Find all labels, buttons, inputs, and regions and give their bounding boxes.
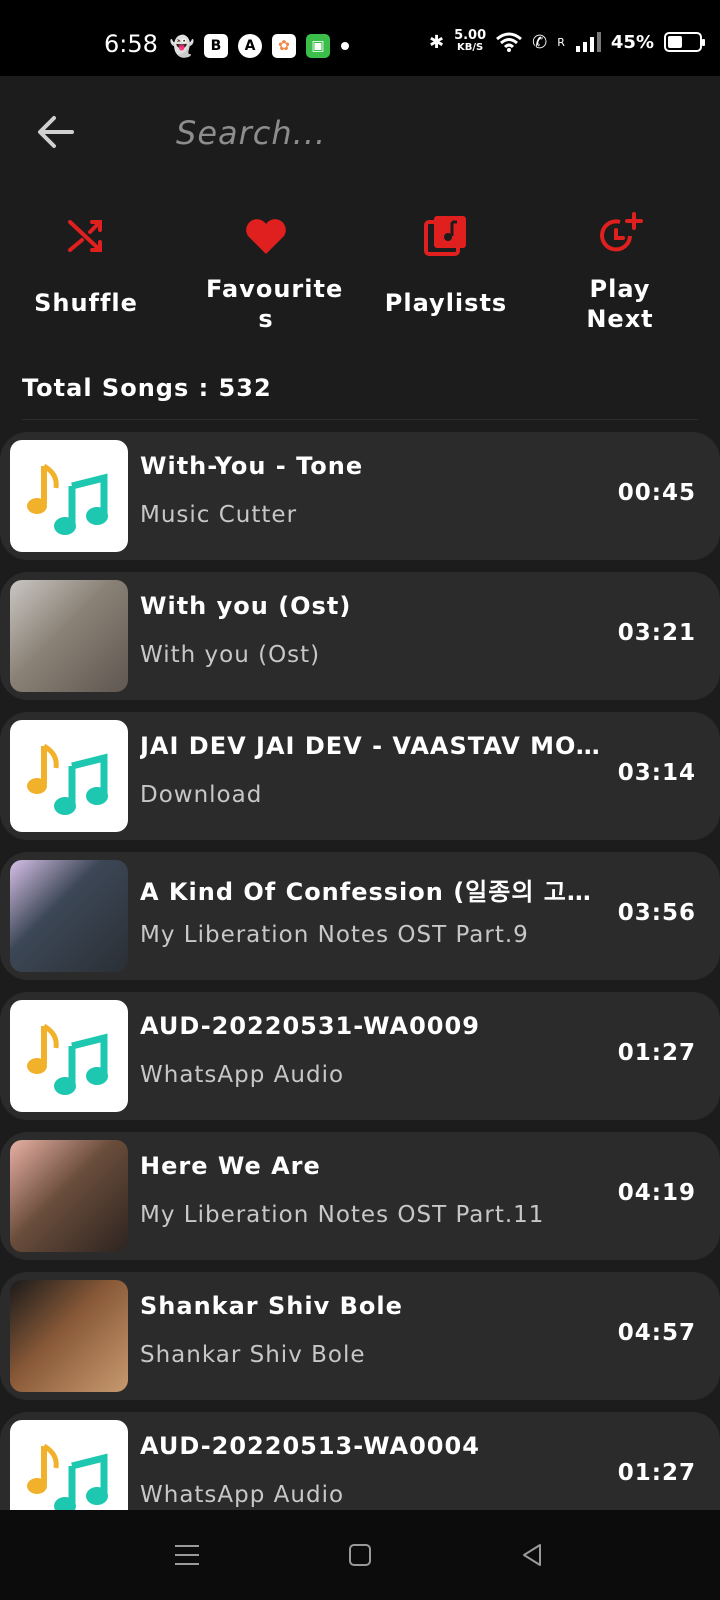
song-row[interactable]: With you (Ost) With you (Ost) 03:21: [0, 572, 720, 700]
navigation-bar: [0, 1510, 720, 1600]
shuffle-icon: [68, 220, 102, 252]
snapchat-icon: 👻: [169, 34, 195, 58]
status-time: 6:58: [104, 30, 158, 58]
music-app: Search... Shuffle Favourite s Playlists: [0, 76, 720, 1510]
album-art: [10, 1280, 128, 1392]
a-app-icon: A: [238, 34, 262, 58]
back-nav-icon[interactable]: [518, 1540, 548, 1570]
song-artist: Shankar Shiv Bole: [140, 1342, 366, 1368]
music-note-icon: [10, 440, 128, 552]
song-title: AUD-20220531-WA0009: [140, 1012, 480, 1040]
song-artist: WhatsApp Audio: [140, 1482, 345, 1508]
favourites-label: Favourite s: [206, 275, 344, 333]
playlists-button[interactable]: Playlists: [366, 206, 526, 318]
network-label: R: [557, 35, 565, 49]
song-artist: WhatsApp Audio: [140, 1062, 345, 1088]
song-row[interactable]: With-You - Tone Music Cutter 00:45: [0, 432, 720, 560]
song-duration: 04:19: [617, 1180, 696, 1206]
song-duration: 01:27: [617, 1460, 696, 1486]
status-right: ✱ 5.00 KB/S ✆ R 45%: [428, 28, 705, 54]
song-title: With-You - Tone: [140, 452, 364, 480]
speed-value: 5.00: [454, 28, 487, 43]
quick-actions: Shuffle Favourite s Playlists Play Next: [0, 206, 720, 336]
album-art: [10, 580, 128, 692]
battery-icon: [664, 32, 705, 52]
song-title: JAI DEV JAI DEV - VAASTAV MOVIE...: [140, 732, 610, 760]
divider: [22, 419, 698, 420]
bluetooth-icon: ✱: [428, 31, 445, 53]
heart-icon: [246, 219, 286, 254]
song-title: AUD-20220513-WA0004: [140, 1432, 480, 1460]
play-next-button[interactable]: Play Next: [540, 206, 700, 334]
play-next-label: Play Next: [586, 275, 654, 333]
total-songs: Total Songs : 532: [22, 374, 272, 402]
shuffle-label: Shuffle: [34, 289, 138, 317]
song-row[interactable]: JAI DEV JAI DEV - VAASTAV MOVIE... Downlo…: [0, 712, 720, 840]
photos-icon: ✿: [272, 34, 296, 58]
song-duration: 01:27: [617, 1040, 696, 1066]
shuffle-button[interactable]: Shuffle: [6, 206, 166, 318]
wifi-calling-icon: ✆: [532, 31, 548, 53]
album-art: [10, 1140, 128, 1252]
more-dot-icon: [340, 34, 350, 58]
store-icon: ▣: [306, 34, 330, 58]
song-title: A Kind Of Confession (일종의 고백) (...: [140, 878, 610, 906]
song-row[interactable]: Here We Are My Liberation Notes OST Part.…: [0, 1132, 720, 1260]
song-row[interactable]: Shankar Shiv Bole Shankar Shiv Bole 04:57: [0, 1272, 720, 1400]
song-duration: 00:45: [617, 480, 696, 506]
song-duration: 04:57: [617, 1320, 696, 1346]
song-row[interactable]: A Kind Of Confession (일종의 고백) (... My Lib…: [0, 852, 720, 980]
song-artist: With you (Ost): [140, 642, 321, 668]
back-arrow-icon[interactable]: [36, 114, 76, 150]
song-artist: My Liberation Notes OST Part.11: [140, 1202, 545, 1228]
music-note-icon: [10, 1420, 128, 1510]
wifi-icon: [496, 32, 523, 52]
search-input[interactable]: Search...: [176, 114, 326, 152]
network-speed: 5.00 KB/S: [454, 28, 487, 54]
song-row[interactable]: AUD-20220513-WA0004 WhatsApp Audio 01:27: [0, 1412, 720, 1510]
song-title: With you (Ost): [140, 592, 352, 620]
play-next-icon: [600, 212, 643, 252]
music-note-icon: [10, 1000, 128, 1112]
menu-nav-icon[interactable]: [172, 1540, 202, 1570]
song-artist: Download: [140, 782, 263, 808]
status-bar: 6:58 👻 B A ✿ ▣ ✱ 5.00 KB/S ✆ R 45%: [0, 0, 720, 76]
music-note-icon: [10, 720, 128, 832]
playlist-icon: [424, 216, 466, 256]
battery-fill: [668, 36, 682, 48]
speed-unit: KB/S: [457, 42, 484, 53]
favourites-button[interactable]: Favourite s: [186, 206, 346, 334]
home-nav-icon[interactable]: [345, 1540, 375, 1570]
battery-percent: 45%: [610, 31, 654, 53]
song-duration: 03:14: [617, 760, 696, 786]
b-app-icon: B: [204, 34, 228, 58]
song-artist: Music Cutter: [140, 502, 298, 528]
playlists-label: Playlists: [384, 289, 508, 317]
song-row[interactable]: AUD-20220531-WA0009 WhatsApp Audio 01:27: [0, 992, 720, 1120]
notification-icons: 👻 B A ✿ ▣: [170, 34, 350, 58]
song-title: Here We Are: [140, 1152, 321, 1180]
signal-icon: [575, 32, 601, 52]
song-artist: My Liberation Notes OST Part.9: [140, 922, 529, 948]
song-title: Shankar Shiv Bole: [140, 1292, 403, 1320]
song-duration: 03:21: [617, 620, 696, 646]
song-duration: 03:56: [617, 900, 696, 926]
album-art: [10, 860, 128, 972]
